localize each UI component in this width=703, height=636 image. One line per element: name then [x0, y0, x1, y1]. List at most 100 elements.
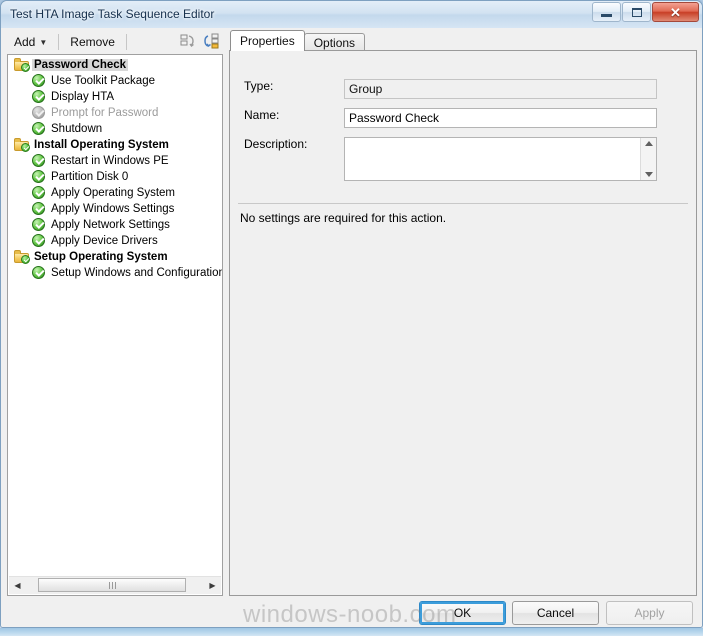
- tab-properties-label: Properties: [240, 34, 295, 48]
- green-check-icon: [31, 153, 47, 169]
- tree-item[interactable]: Partition Disk 0: [8, 169, 222, 185]
- tree-item[interactable]: Display HTA: [8, 89, 222, 105]
- green-check-icon: [31, 201, 47, 217]
- folder-check-icon: [14, 57, 30, 73]
- expand-all-icon[interactable]: [204, 33, 221, 50]
- tab-properties[interactable]: Properties: [230, 30, 305, 51]
- folder-check-icon: [14, 137, 30, 153]
- maximize-icon: [631, 7, 642, 17]
- green-check-icon: [31, 121, 47, 137]
- window-glow: [0, 628, 703, 636]
- folder-check-icon: [14, 249, 30, 265]
- scrollbar-thumb[interactable]: [38, 578, 186, 592]
- task-sequence-tree[interactable]: Password Check Use Toolkit Package Display…: [7, 54, 223, 596]
- dialog-footer: OK Cancel Apply: [1, 598, 702, 627]
- tree-item-label: Setup Windows and Configuration: [51, 267, 222, 279]
- ok-button[interactable]: OK: [419, 601, 506, 625]
- tree-item[interactable]: Apply Network Settings: [8, 217, 222, 233]
- grip-line: [108, 581, 110, 589]
- toolbar-right-icons: [180, 33, 221, 50]
- tree-item[interactable]: Apply Operating System: [8, 185, 222, 201]
- tab-options-label: Options: [313, 35, 356, 50]
- tree-item[interactable]: Shutdown: [8, 121, 222, 137]
- tree-item-label: Prompt for Password: [51, 107, 159, 119]
- task-sequence-editor-window: Test HTA Image Task Sequence Editor ✕ Ad…: [0, 0, 703, 628]
- scroll-right-arrow-icon[interactable]: ▶: [204, 577, 221, 594]
- tree-item-label: Install Operating System: [34, 139, 169, 151]
- scroll-up-arrow-icon[interactable]: [644, 141, 653, 146]
- scrollbar-track[interactable]: [26, 577, 204, 594]
- window-controls: ✕: [592, 2, 699, 22]
- tree-item-label: Use Toolkit Package: [51, 75, 155, 87]
- collapse-all-icon[interactable]: [180, 33, 197, 50]
- green-check-icon: [31, 185, 47, 201]
- apply-button: Apply: [606, 601, 693, 625]
- tree-item[interactable]: Setup Windows and Configuration: [8, 265, 222, 281]
- description-box[interactable]: [344, 137, 657, 181]
- green-check-icon: [31, 217, 47, 233]
- section-divider: [238, 203, 688, 204]
- remove-button-label: Remove: [70, 34, 115, 49]
- check-badge-icon: [21, 255, 30, 264]
- green-check-icon: [31, 233, 47, 249]
- type-label: Type:: [244, 79, 274, 93]
- tree-item[interactable]: Apply Device Drivers: [8, 233, 222, 249]
- close-icon: ✕: [670, 4, 681, 20]
- cancel-button-label: Cancel: [536, 606, 575, 620]
- grip-line: [114, 581, 116, 589]
- close-button[interactable]: ✕: [652, 2, 699, 22]
- toolbar-separator-2: [125, 34, 127, 50]
- check-badge-icon: [21, 63, 30, 72]
- tree-toolbar: Add ▼ Remove: [7, 30, 223, 54]
- tab-strip: Properties Options: [229, 30, 697, 51]
- type-field: [344, 79, 657, 99]
- remove-button[interactable]: Remove: [63, 32, 122, 53]
- tree-item-label: Setup Operating System: [34, 251, 168, 263]
- tree-item[interactable]: Restart in Windows PE: [8, 153, 222, 169]
- tree-item-label: Shutdown: [51, 123, 103, 135]
- minimize-icon: [601, 13, 612, 17]
- tab-options[interactable]: Options: [303, 33, 366, 51]
- tree-item-label: Display HTA: [51, 91, 115, 103]
- scroll-left-arrow-icon[interactable]: ◀: [9, 577, 26, 594]
- check-badge-icon: [21, 143, 30, 152]
- tree-item-label: Password Check: [32, 59, 129, 71]
- tree-item[interactable]: Use Toolkit Package: [8, 73, 222, 89]
- properties-pane: Properties Options Type: Name: Descripti…: [229, 30, 697, 596]
- name-row: Name:: [244, 108, 684, 128]
- description-label: Description:: [244, 137, 308, 151]
- green-check-icon: [31, 169, 47, 185]
- maximize-button[interactable]: [622, 2, 651, 22]
- description-field[interactable]: [345, 138, 641, 180]
- tree-item-label: Apply Device Drivers: [51, 235, 158, 247]
- green-check-icon: [31, 73, 47, 89]
- tree-item[interactable]: Prompt for Password: [8, 105, 222, 121]
- title-bar[interactable]: Test HTA Image Task Sequence Editor ✕: [1, 1, 702, 29]
- scroll-down-arrow-icon[interactable]: [644, 172, 653, 177]
- tree-item[interactable]: Install Operating System: [8, 137, 222, 153]
- window-title: Test HTA Image Task Sequence Editor: [10, 7, 215, 21]
- tree-item-label: Partition Disk 0: [51, 171, 129, 183]
- chevron-down-icon: ▼: [39, 37, 48, 47]
- green-check-icon: [31, 89, 47, 105]
- no-settings-note: No settings are required for this action…: [240, 211, 447, 225]
- description-scrollbar[interactable]: [640, 138, 656, 180]
- ok-button-label: OK: [453, 606, 472, 620]
- name-label: Name:: [244, 108, 280, 122]
- minimize-button[interactable]: [592, 2, 621, 22]
- tree-horizontal-scrollbar[interactable]: ◀ ▶: [9, 576, 221, 594]
- toolbar-separator: [58, 34, 60, 50]
- tree-item[interactable]: Password Check: [8, 57, 222, 73]
- name-field[interactable]: [344, 108, 657, 128]
- grip-line: [111, 581, 113, 589]
- tree-item[interactable]: Setup Operating System: [8, 249, 222, 265]
- tree-items: Password Check Use Toolkit Package Display…: [8, 57, 222, 577]
- tree-item[interactable]: Apply Windows Settings: [8, 201, 222, 217]
- cancel-button[interactable]: Cancel: [512, 601, 599, 625]
- type-row: Type:: [244, 79, 684, 99]
- description-row: Description:: [244, 137, 684, 181]
- add-button[interactable]: Add ▼: [7, 32, 54, 53]
- apply-button-label: Apply: [634, 606, 665, 620]
- tree-item-label: Apply Operating System: [51, 187, 176, 199]
- task-sequence-pane: Add ▼ Remove Password Check Use Toolkit …: [7, 30, 223, 596]
